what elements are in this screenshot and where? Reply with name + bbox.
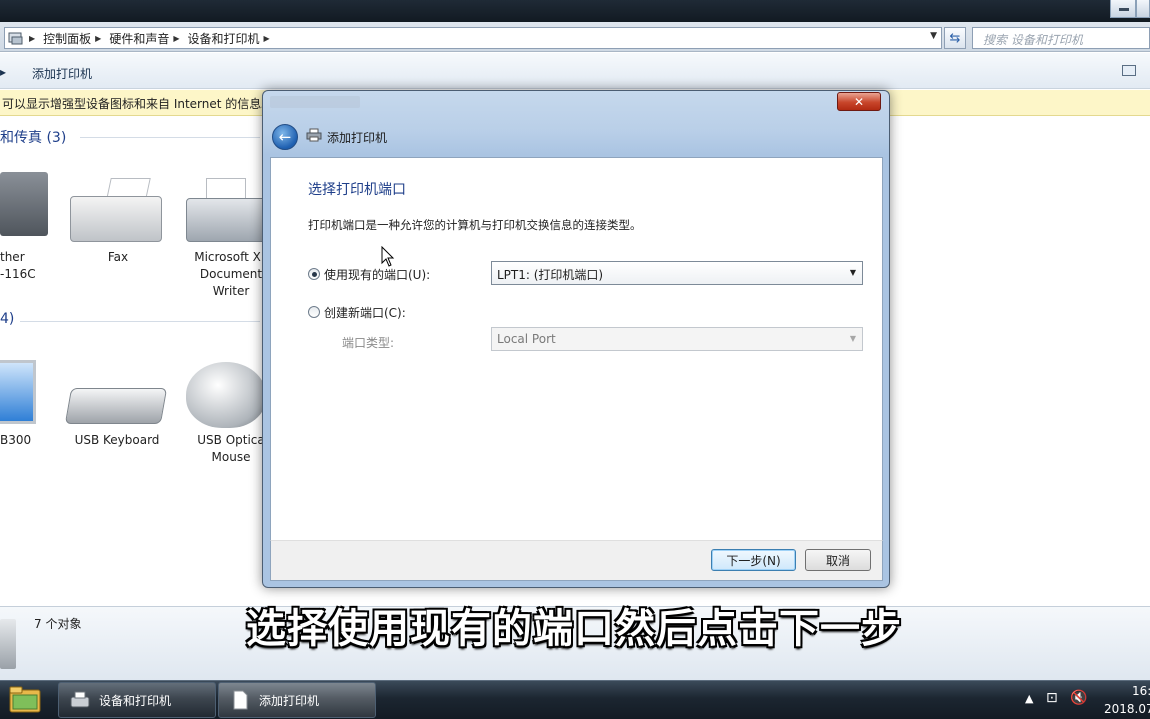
address-bar[interactable]: ▶ 控制面板 ▶ 硬件和声音 ▶ 设备和打印机 ▶ ▼: [4, 27, 942, 49]
item-count: 7 个对象: [34, 617, 82, 631]
change-view-icon[interactable]: [1122, 65, 1136, 76]
keyboard-icon[interactable]: [64, 388, 168, 424]
breadcrumb-item[interactable]: 控制面板: [43, 30, 91, 47]
group-divider: [20, 321, 260, 322]
address-dropdown-icon[interactable]: ▼: [930, 31, 937, 41]
maximize-button[interactable]: [1136, 0, 1150, 18]
existing-port-select[interactable]: LPT1: (打印机端口) ▼: [491, 261, 863, 285]
breadcrumb-root-chevron-icon[interactable]: ▶: [29, 34, 35, 43]
device-label-line: ther: [0, 250, 25, 264]
group-header-devices[interactable]: 4): [0, 311, 14, 327]
use-existing-port-label[interactable]: 使用现有的端口(U):: [324, 266, 430, 283]
chevron-down-icon: ▼: [849, 268, 856, 277]
device-label[interactable]: Fax: [78, 249, 158, 266]
refresh-icon: ⇆: [949, 30, 961, 46]
taskbar-item-label: 添加打印机: [259, 693, 320, 708]
existing-port-value: LPT1: (打印机端口): [497, 268, 604, 282]
search-input[interactable]: 搜索 设备和打印机: [972, 27, 1150, 49]
clock-time[interactable]: 16:: [1132, 684, 1150, 698]
taskbar-item-add-printer[interactable]: 添加打印机: [218, 682, 376, 718]
port-type-select[interactable]: Local Port ▼: [491, 327, 863, 351]
device-label[interactable]: ther -116C: [0, 249, 40, 283]
create-new-port-label[interactable]: 创建新端口(C):: [324, 304, 406, 321]
fax-icon[interactable]: [70, 196, 162, 242]
device-label[interactable]: USB Keyboard: [68, 432, 166, 449]
network-icon[interactable]: ⊡: [1046, 690, 1058, 706]
device-label-line: -116C: [0, 267, 36, 281]
page-title: 选择打印机端口: [308, 182, 406, 198]
port-type-label: 端口类型:: [342, 336, 395, 350]
printer-icon: [306, 128, 322, 142]
dialog-nav-title: 添加打印机: [327, 131, 388, 145]
close-icon: ✕: [853, 94, 865, 109]
back-arrow-icon: ←: [278, 128, 292, 146]
group-header-printers[interactable]: 和传真 (3): [0, 127, 66, 147]
refresh-button[interactable]: ⇆: [944, 27, 966, 49]
show-hidden-icons-icon[interactable]: ▲: [1025, 692, 1033, 705]
close-button[interactable]: ✕: [837, 92, 881, 111]
device-thumbnail-icon: [0, 619, 16, 669]
chevron-right-icon[interactable]: ▶: [173, 34, 179, 43]
breadcrumb-item[interactable]: 硬件和声音: [109, 30, 169, 47]
minimize-icon: [1119, 8, 1129, 11]
next-button[interactable]: 下一步(N): [711, 549, 796, 571]
group-divider: [80, 137, 260, 138]
breadcrumb-item[interactable]: 设备和打印机: [188, 30, 260, 47]
port-type-value: Local Port: [497, 332, 556, 346]
document-icon: [233, 690, 248, 710]
taskbar-item-label: 设备和打印机: [99, 693, 172, 708]
use-existing-port-radio[interactable]: [308, 268, 320, 280]
taskbar-item-devices-printers[interactable]: 设备和打印机: [58, 682, 216, 718]
printer-icon[interactable]: [0, 172, 48, 236]
device-label-line: Fax: [107, 250, 129, 264]
devices-printers-icon: [70, 691, 90, 708]
add-printer-toolbar-button[interactable]: 添加打印机: [32, 65, 92, 82]
chevron-down-icon: ▼: [849, 334, 856, 343]
video-subtitle: 选择使用现有的端口然后点击下一步: [246, 606, 902, 652]
device-label-line: USB Keyboard: [74, 433, 160, 447]
breadcrumb: 控制面板 ▶ 硬件和声音 ▶ 设备和打印机 ▶: [43, 30, 278, 47]
explorer-folder-icon[interactable]: [8, 684, 42, 714]
page-description: 打印机端口是一种允许您的计算机与打印机交换信息的连接类型。: [308, 218, 642, 232]
xps-printer-icon[interactable]: [186, 198, 268, 242]
volume-muted-icon[interactable]: 🔇: [1070, 690, 1087, 706]
control-panel-icon: [5, 28, 27, 48]
minimize-button[interactable]: [1110, 0, 1136, 18]
create-new-port-radio[interactable]: [308, 306, 320, 318]
chevron-right-icon[interactable]: ▶: [264, 34, 270, 43]
device-label[interactable]: B300: [0, 432, 40, 449]
command-toolbar: ▸ 添加打印机: [0, 53, 1150, 89]
dialog-title-blurred: [270, 96, 360, 108]
mouse-icon[interactable]: [186, 362, 266, 428]
back-button[interactable]: ←: [272, 124, 298, 150]
device-label-line: B300: [0, 433, 32, 447]
toolbar-overflow-icon[interactable]: ▸: [0, 65, 6, 79]
info-bar-text: 可以显示增强型设备图标和来自 Internet 的信息。: [2, 97, 274, 111]
chevron-right-icon[interactable]: ▶: [95, 34, 101, 43]
window-titlebar: [0, 0, 1150, 22]
cancel-button[interactable]: 取消: [805, 549, 871, 571]
monitor-icon[interactable]: [0, 360, 36, 424]
clock-date[interactable]: 2018.07: [1104, 702, 1150, 716]
